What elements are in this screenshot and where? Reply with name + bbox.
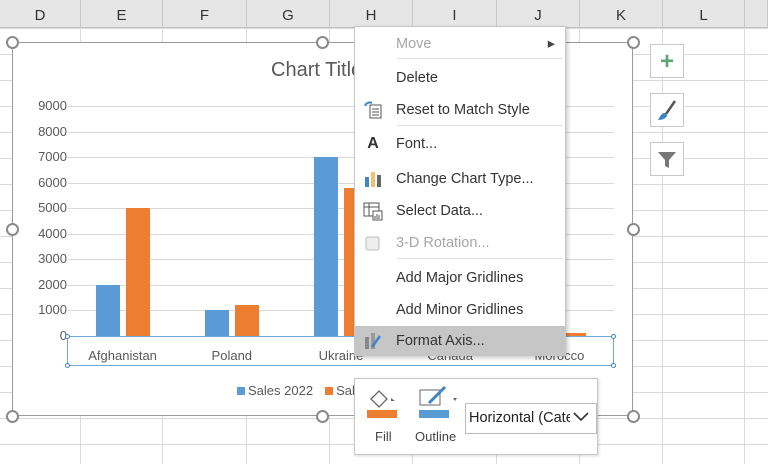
select-data-icon <box>361 196 385 227</box>
menu-item-label: Change Chart Type... <box>396 171 534 187</box>
column-header-I[interactable]: I <box>413 0 497 28</box>
menu-item-label: 3-D Rotation... <box>396 235 490 251</box>
chart-resize-handle[interactable] <box>316 410 329 423</box>
fill-label: Fill <box>375 429 392 444</box>
bar-sales-2023-afghanistan[interactable] <box>125 208 150 336</box>
chart-element-select[interactable]: Horizontal (Category Axis) <box>465 403 597 434</box>
chart-styles-button[interactable] <box>650 93 684 127</box>
legend-item-0: Sales 2022 <box>237 383 313 398</box>
axis-selection-handle[interactable] <box>611 334 616 339</box>
y-tick-label: 7000 <box>38 149 67 165</box>
menu-item-change-chart-type[interactable]: Change Chart Type... <box>355 164 565 194</box>
column-header-F[interactable]: F <box>163 0 247 28</box>
column-line <box>744 28 745 464</box>
filter-icon <box>658 152 676 168</box>
chart-resize-handle[interactable] <box>316 36 329 49</box>
menu-item-label: Select Data... <box>396 203 484 219</box>
submenu-arrow-icon: ▸ <box>547 36 555 52</box>
menu-separator <box>397 125 563 126</box>
reset-style-icon <box>361 95 385 126</box>
bar-sales-2022-poland[interactable] <box>204 310 229 336</box>
outline-button[interactable]: Outline <box>415 385 465 451</box>
chart-filters-button[interactable] <box>650 142 684 176</box>
rotation-3d-icon <box>361 228 385 259</box>
chart-resize-handle[interactable] <box>627 410 640 423</box>
mini-toolbar: Fill Outline Horizontal (Category Axis) <box>354 378 598 455</box>
y-tick-label: 9000 <box>38 98 67 113</box>
y-tick-label: 3000 <box>38 251 67 267</box>
menu-item-label: Add Minor Gridlines <box>396 302 524 318</box>
column-header-D[interactable]: D <box>0 0 81 28</box>
menu-item-font[interactable]: A Font... <box>355 129 565 159</box>
menu-item-label: Reset to Match Style <box>396 102 530 118</box>
axis-selection-handle[interactable] <box>65 363 70 368</box>
menu-item-label: Font... <box>396 136 438 152</box>
font-icon: A <box>367 135 379 152</box>
fill-button[interactable]: Fill <box>365 385 409 451</box>
column-header-H[interactable]: H <box>330 0 413 28</box>
chart-resize-handle[interactable] <box>6 223 19 236</box>
menu-item-add-major-gridlines[interactable]: Add Major Gridlines <box>355 263 565 293</box>
chart-element-value: Horizontal (Category Axis) <box>469 410 573 426</box>
chart-resize-handle[interactable] <box>6 36 19 49</box>
context-menu: Move ▸ Delete Reset to Match Style A Font... C… <box>354 26 566 356</box>
column-header-K[interactable]: K <box>580 0 663 28</box>
menu-item-delete[interactable]: Delete <box>355 63 565 93</box>
column-header-E[interactable]: E <box>81 0 163 28</box>
menu-item-move: Move ▸ <box>355 29 565 59</box>
outline-label: Outline <box>415 429 457 444</box>
menu-item-label: Format Axis... <box>396 333 485 349</box>
y-tick-label: 5000 <box>38 200 67 216</box>
axis-selection-handle[interactable] <box>611 363 616 368</box>
brush-icon <box>658 100 677 120</box>
paint-bucket-icon <box>367 390 397 418</box>
chart-type-icon <box>361 164 385 195</box>
menu-item-label: Add Major Gridlines <box>396 270 524 286</box>
column-header-blank <box>745 0 768 28</box>
menu-item-label: Move <box>396 36 432 52</box>
axis-selection-handle[interactable] <box>65 334 70 339</box>
column-header-L[interactable]: L <box>663 0 745 28</box>
menu-item-add-minor-gridlines[interactable]: Add Minor Gridlines <box>355 295 565 325</box>
bar-sales-2023-poland[interactable] <box>234 305 259 336</box>
y-tick-label: 8000 <box>38 123 67 139</box>
plus-icon: + <box>659 48 674 75</box>
y-tick-label: 1000 <box>38 302 67 318</box>
bar-sales-2022-afghanistan[interactable] <box>95 284 120 336</box>
menu-separator <box>397 258 563 259</box>
format-axis-icon <box>361 326 385 357</box>
menu-item-label: Delete <box>396 70 438 86</box>
chart-title[interactable]: Chart Title <box>271 59 362 82</box>
menu-item-select-data[interactable]: Select Data... <box>355 196 565 226</box>
menu-item-3-d-rotation: 3-D Rotation... <box>355 228 565 258</box>
column-header-G[interactable]: G <box>247 0 330 28</box>
y-tick-label: 6000 <box>38 174 67 190</box>
menu-item-reset-to-match-style[interactable]: Reset to Match Style <box>355 95 565 125</box>
chevron-down-icon <box>570 404 592 433</box>
y-tick-label: 4000 <box>38 225 67 241</box>
y-tick-label: 0 <box>59 328 67 343</box>
chart-resize-handle[interactable] <box>6 410 19 423</box>
bar-sales-2022-ukraine[interactable] <box>314 157 338 336</box>
chart-resize-handle[interactable] <box>627 223 640 236</box>
chart-elements-button[interactable]: + <box>650 44 684 78</box>
menu-item-format-axis[interactable]: Format Axis... <box>355 326 565 356</box>
pen-outline-icon <box>419 385 457 418</box>
chart-resize-handle[interactable] <box>627 36 640 49</box>
y-tick-label: 2000 <box>38 276 67 292</box>
column-header-J[interactable]: J <box>497 0 580 28</box>
